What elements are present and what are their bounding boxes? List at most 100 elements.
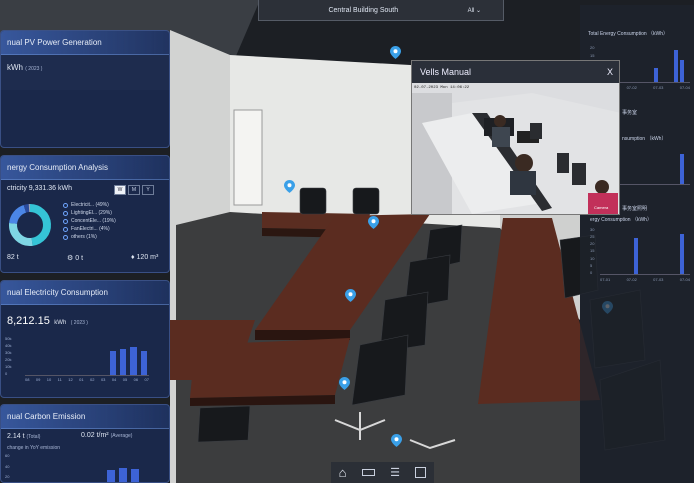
- month-label: 12: [68, 377, 73, 382]
- chart-bar: [680, 154, 684, 184]
- energy-chart: [600, 227, 690, 275]
- home-icon[interactable]: ⌂: [339, 465, 347, 480]
- gear-icon: ⚙: [67, 255, 76, 262]
- month-label: 11: [57, 377, 62, 382]
- location-pin-icon[interactable]: [390, 46, 401, 59]
- legend-dot-icon: [63, 234, 68, 240]
- location-pin-icon[interactable]: [368, 216, 379, 229]
- panel-title: nergy Consumption Analysis: [1, 156, 169, 180]
- chart-bar: [634, 238, 638, 274]
- month-label: 10: [46, 377, 52, 382]
- legend-item: ConcentEle... (19%): [63, 218, 116, 224]
- energy-legend: Electricit... (49%) LightingEl... (29%) …: [63, 202, 116, 242]
- location-pin-icon[interactable]: [345, 289, 356, 302]
- legend-dot-icon: [63, 226, 68, 232]
- legend-dot-icon: [63, 202, 68, 208]
- chart-bar: [674, 50, 678, 82]
- video-title: Vells Manual: [420, 67, 472, 77]
- chart-bar: [680, 60, 684, 82]
- month-label: 07: [144, 377, 149, 382]
- donut-slice: [9, 223, 33, 246]
- room-label-c: 事务室照明: [622, 206, 648, 212]
- digital-twin-viewer: Central Building South All ⌄ nual PV Pow…: [0, 0, 694, 483]
- month-label: 03: [100, 377, 106, 382]
- carbon-bar: [119, 467, 127, 482]
- month-label: 05: [122, 377, 128, 382]
- month-label: 02: [90, 377, 95, 382]
- legend-dot-icon: [63, 210, 68, 216]
- legend-item: FanElectri... (4%): [63, 226, 116, 232]
- legend-item: LightingEl... (29%): [63, 210, 116, 216]
- pv-generation-panel: nual PV Power Generation kWh ( 2023 ): [0, 30, 170, 148]
- location-pin-icon[interactable]: [339, 377, 350, 390]
- electricity-year: ( 2023 ): [70, 320, 88, 326]
- carbon-total: 2.14 t (Total): [7, 433, 41, 440]
- panel-title: nual Electricity Consumption: [1, 281, 169, 305]
- electricity-bar: [130, 347, 137, 375]
- camera-scene: [412, 93, 619, 214]
- period-year-button[interactable]: Y: [142, 185, 154, 195]
- chart-bar: [680, 234, 684, 274]
- close-button[interactable]: X: [607, 67, 613, 77]
- camera-feed: 02-07-2023 Mon 14:06:22 Camera: [412, 83, 619, 214]
- location-pin-icon[interactable]: [284, 180, 295, 193]
- fullscreen-icon[interactable]: [415, 467, 427, 478]
- electricity-bar-chart: [25, 336, 149, 376]
- carbon-panel: nual Carbon Emission 2.14 t (Total) 0.02…: [0, 404, 170, 483]
- chart-bar: [654, 68, 658, 82]
- consumption-title-b: nsumption （kWh）: [622, 136, 667, 142]
- chevron-down-icon: ⌄: [475, 7, 481, 14]
- period-month-button[interactable]: M: [128, 185, 140, 195]
- pv-year: ( 2023 ): [25, 66, 43, 72]
- filter-dropdown[interactable]: All ⌄: [468, 7, 481, 14]
- energy-total: ctricity 9,331.36 kWh: [7, 185, 72, 192]
- energy-donut-chart: [9, 204, 51, 246]
- location-pin-icon[interactable]: [391, 434, 402, 447]
- carbon-average: 0.02 t/m² (Average): [81, 432, 133, 439]
- video-header: Vells Manual X: [412, 61, 619, 83]
- filter-value: All: [467, 7, 475, 14]
- electricity-y-axis: 50k 40k 30k 20k 10k 0: [5, 336, 12, 376]
- electricity-bar: [109, 351, 116, 375]
- carbon-change-label: change in YoY emission: [7, 445, 61, 451]
- donut-slice: [23, 204, 30, 213]
- ruler-icon[interactable]: [361, 469, 375, 476]
- legend-item: Electricit... (49%): [63, 202, 116, 208]
- location-name: Central Building South: [328, 6, 399, 14]
- carbon-bar: [107, 469, 115, 482]
- electricity-unit: kWh: [54, 320, 67, 326]
- table-front: [190, 338, 350, 398]
- month-label: 01: [79, 377, 84, 382]
- electricity-bar: [120, 349, 127, 375]
- month-label: 04: [111, 377, 117, 382]
- energy-y-axis: 30 25 20 15 10 5 0: [590, 227, 595, 275]
- bottom-toolbar: ⌂ ☰: [331, 462, 434, 483]
- month-label: 09: [35, 377, 41, 382]
- camera-label: Camera: [594, 205, 609, 210]
- period-week-button[interactable]: W: [114, 185, 126, 195]
- period-toggle[interactable]: W M Y: [114, 185, 154, 195]
- donut-slice: [9, 204, 27, 225]
- donut-slice: [29, 204, 51, 246]
- electricity-value: 8,212.15: [7, 315, 50, 327]
- energy-x-axis: 07-01 07-02 07-03 07-04: [600, 277, 690, 282]
- legend-item: others (1%): [63, 234, 116, 240]
- pv-unit: kWh: [7, 63, 23, 72]
- energy-consumption-title: ergy Consumption （kWh）: [590, 217, 652, 223]
- carbon-y-axis: 60 40 20: [5, 453, 10, 479]
- energy-analysis-panel: nergy Consumption Analysis ctricity 9,33…: [0, 155, 170, 273]
- room-label-a: 事务室: [622, 110, 638, 116]
- video-timestamp: 02-07-2023 Mon 14:06:22: [414, 86, 470, 90]
- stat-reduction: ⚙ 0 t: [67, 255, 84, 262]
- legend-dot-icon: [63, 218, 68, 224]
- table-middle-edge: [255, 330, 350, 340]
- total-energy-title: Total Energy Consumption （kWh）: [588, 31, 669, 37]
- electricity-headline: 8,212.15 kWh ( 2023 ): [1, 305, 169, 329]
- panel-title: nual Carbon Emission: [1, 405, 169, 429]
- month-label: 08: [25, 377, 30, 382]
- electricity-panel: nual Electricity Consumption 8,212.15 kW…: [0, 280, 170, 398]
- camera-video-window[interactable]: Vells Manual X 02-07-2023 Mon 14:06:22 C…: [411, 60, 620, 215]
- list-icon[interactable]: ☰: [390, 466, 400, 479]
- location-selector[interactable]: Central Building South All ⌄: [258, 0, 504, 21]
- stat-carbon: 82 t: [7, 254, 19, 261]
